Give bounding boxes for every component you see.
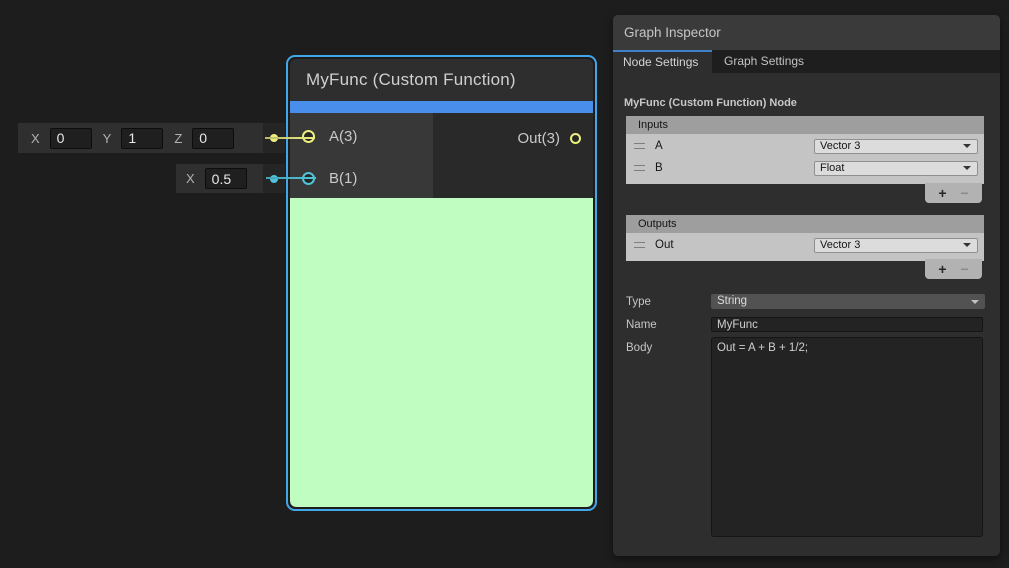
port-b-label: B(1): [329, 170, 357, 187]
outputs-list-footer: + −: [925, 259, 982, 279]
edge-float-to-b[interactable]: [266, 177, 316, 179]
port-a-connector[interactable]: [302, 130, 315, 143]
axis-label-x: X: [31, 131, 40, 146]
vector3-y-field[interactable]: [121, 128, 163, 149]
port-out-label: Out(3): [517, 130, 560, 147]
port-row-a: A(3): [290, 113, 433, 159]
type-dropdown[interactable]: String: [711, 294, 985, 309]
name-label: Name: [626, 319, 657, 331]
node-body: MyFunc (Custom Function) A(3) B(1) Out(3…: [290, 59, 593, 507]
output-out-type-value: Vector 3: [820, 239, 860, 251]
edge-vector3-to-a[interactable]: [265, 137, 315, 139]
node-category-bar: [290, 101, 593, 113]
inputs-list-rows: A Vector 3 B Float: [626, 134, 984, 184]
add-output-button[interactable]: +: [938, 260, 946, 278]
list-item[interactable]: Out Vector 3: [630, 234, 980, 256]
input-ports: A(3) B(1): [290, 113, 433, 198]
drag-handle-icon[interactable]: [634, 165, 645, 171]
float-x-field[interactable]: [205, 168, 247, 189]
node-preview: [290, 198, 593, 507]
input-b-type-value: Float: [820, 162, 844, 174]
inputs-list-footer: + −: [925, 183, 982, 203]
drag-handle-icon[interactable]: [634, 242, 645, 248]
inputs-list-header: Inputs: [626, 116, 984, 134]
vector3-input-widget: X Y Z: [18, 123, 285, 153]
add-input-button[interactable]: +: [938, 184, 946, 202]
node-ports: A(3) B(1) Out(3): [290, 113, 593, 198]
function-body-textarea[interactable]: Out = A + B + 1/2;: [711, 337, 983, 537]
body-label: Body: [626, 342, 652, 354]
chevron-down-icon: [963, 243, 971, 247]
remove-output-button[interactable]: −: [961, 260, 969, 278]
selected-node-header: MyFunc (Custom Function) Node: [624, 97, 797, 109]
inspector-titlebar[interactable]: Graph Inspector: [613, 15, 1000, 50]
shader-graph-editor: X Y Z X MyFunc (Custom Function): [0, 0, 1009, 568]
outputs-list: Outputs Out Vector 3: [626, 215, 984, 261]
list-item[interactable]: A Vector 3: [630, 135, 980, 157]
input-a-type-dropdown[interactable]: Vector 3: [814, 139, 978, 154]
node-title: MyFunc (Custom Function): [290, 59, 593, 101]
remove-input-button[interactable]: −: [961, 184, 969, 202]
axis-label-y: Y: [103, 131, 112, 146]
port-a-label: A(3): [329, 128, 357, 145]
custom-function-node[interactable]: MyFunc (Custom Function) A(3) B(1) Out(3…: [286, 55, 597, 511]
axis-label-z: Z: [174, 131, 182, 146]
inspector-tabs: Node Settings Graph Settings: [613, 50, 1000, 73]
input-b-name: B: [655, 162, 814, 174]
chevron-down-icon: [963, 166, 971, 170]
chevron-down-icon: [963, 144, 971, 148]
input-a-name: A: [655, 140, 814, 152]
outputs-list-header: Outputs: [626, 215, 984, 233]
float-fields: X: [176, 164, 263, 193]
tab-graph-settings[interactable]: Graph Settings: [712, 50, 804, 73]
inputs-list: Inputs A Vector 3 B Float: [626, 116, 984, 184]
input-a-type-value: Vector 3: [820, 140, 860, 152]
list-item[interactable]: B Float: [630, 157, 980, 179]
drag-handle-icon[interactable]: [634, 143, 645, 149]
output-out-type-dropdown[interactable]: Vector 3: [814, 238, 978, 253]
output-out-name: Out: [655, 239, 814, 251]
vector3-fields: X Y Z: [18, 123, 263, 153]
output-ports: Out(3): [433, 113, 593, 198]
axis-label-x: X: [186, 171, 195, 186]
port-row-out: Out(3): [433, 113, 593, 163]
type-value: String: [717, 295, 747, 307]
port-out-connector[interactable]: [570, 133, 581, 144]
outputs-list-rows: Out Vector 3: [626, 233, 984, 261]
tab-node-settings[interactable]: Node Settings: [613, 50, 712, 73]
type-label: Type: [626, 296, 651, 308]
vector3-x-field[interactable]: [50, 128, 92, 149]
graph-inspector-panel: Graph Inspector Node Settings Graph Sett…: [613, 15, 1000, 556]
chevron-down-icon: [971, 300, 979, 304]
function-name-field[interactable]: [711, 317, 983, 332]
vector3-z-field[interactable]: [192, 128, 234, 149]
input-b-type-dropdown[interactable]: Float: [814, 161, 978, 176]
